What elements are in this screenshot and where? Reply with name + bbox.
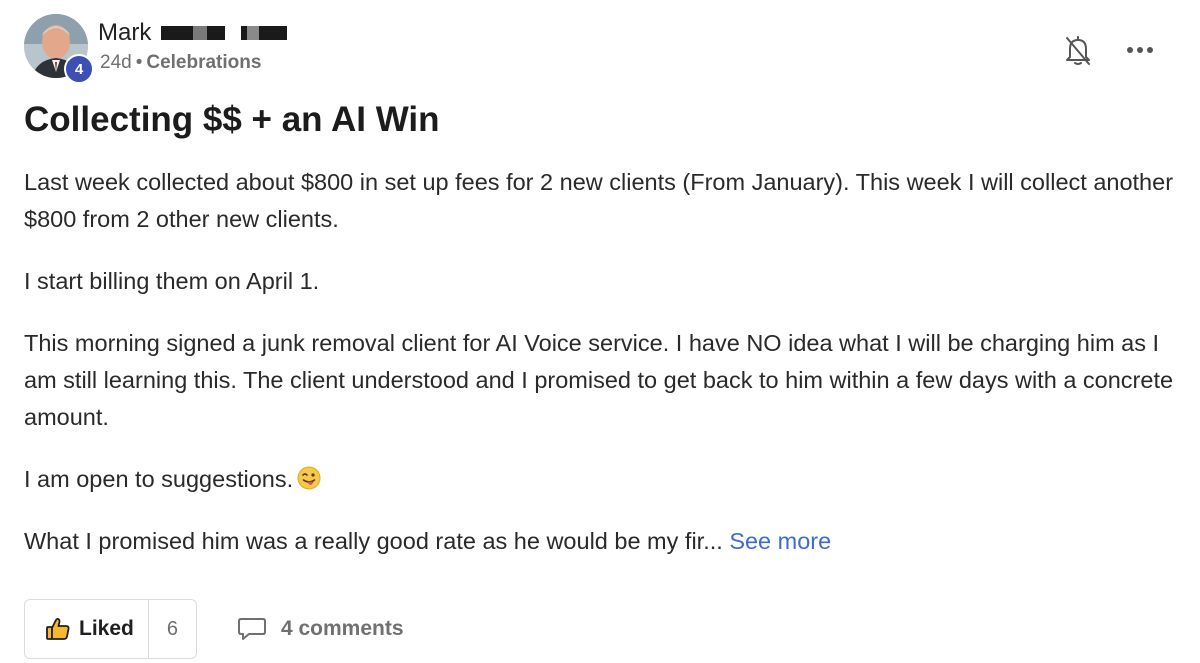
comments-button[interactable]: 4 comments	[237, 616, 404, 642]
post-age: 24d	[100, 52, 132, 73]
post-paragraph-4: I am open to suggestions.	[24, 461, 1174, 498]
post-subtitle: 24d • Celebrations	[100, 52, 287, 74]
like-label: Liked	[79, 617, 134, 640]
like-count[interactable]: 6	[147, 600, 196, 658]
comment-bubble-icon	[237, 618, 266, 640]
winking-face-with-tongue-icon	[297, 466, 321, 490]
author-name[interactable]: Mark	[98, 19, 151, 47]
comments-label: 4 comments	[280, 617, 404, 640]
like-control: Liked 6	[24, 599, 197, 659]
post-title[interactable]: Collecting $$ + an AI Win	[24, 100, 440, 140]
post-paragraph-4-text: I am open to suggestions.	[24, 466, 294, 492]
post-paragraph-2: I start billing them on April 1.	[24, 268, 320, 294]
level-badge: 4	[64, 54, 94, 84]
separator-dot: •	[135, 52, 143, 73]
notifications-toggle-button[interactable]	[1058, 30, 1098, 70]
more-horizontal-icon	[1127, 47, 1153, 53]
more-options-button[interactable]	[1120, 30, 1160, 70]
author-meta: Mark 24d • Celebrations	[98, 14, 288, 74]
see-more-link[interactable]: See more	[729, 528, 831, 554]
post-actions	[1058, 30, 1160, 70]
post-header: 4 Mark 24d • Celebrations	[24, 14, 288, 84]
post-paragraph-5: What I promised him was a really good ra…	[24, 523, 1174, 560]
thumbs-up-icon	[46, 617, 70, 640]
post-category[interactable]: Celebrations	[146, 52, 261, 73]
avatar-wrapper[interactable]: 4	[24, 14, 94, 84]
post-body: Last week collected about $800 in set up…	[24, 164, 1174, 585]
redacted-surname	[161, 25, 288, 41]
post-paragraph-5-text: What I promised him was a really good ra…	[24, 528, 723, 554]
post-paragraph-1: Last week collected about $800 in set up…	[24, 169, 1174, 232]
post-paragraph-3: This morning signed a junk removal clien…	[24, 330, 1174, 430]
redaction-block-icon	[161, 26, 288, 40]
bell-off-icon	[1066, 36, 1090, 65]
post-footer: Liked 6 4 comments	[24, 599, 404, 659]
like-button[interactable]: Liked	[25, 600, 148, 658]
author-name-row: Mark	[98, 18, 288, 48]
